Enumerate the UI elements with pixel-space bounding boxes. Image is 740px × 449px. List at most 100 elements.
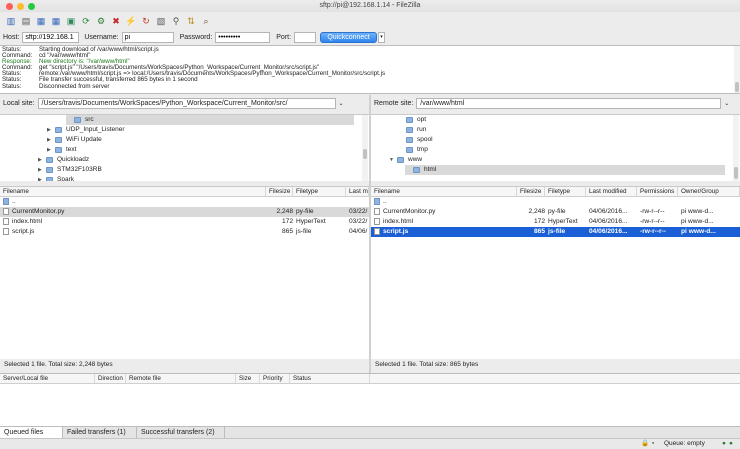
port-field[interactable] — [294, 31, 317, 43]
host-field[interactable] — [22, 31, 80, 43]
folder-icon — [406, 147, 413, 153]
column-header-server-local-file[interactable]: Server/Local file — [0, 374, 95, 383]
refresh-icon[interactable]: ⟳ — [79, 14, 93, 28]
tree-expander-icon[interactable]: ▶ — [38, 175, 46, 181]
remote-site-path-field[interactable]: /var/www/html — [416, 98, 722, 109]
tree-node-spark[interactable]: ▶ Spark — [38, 175, 74, 181]
synchronized-browsing-icon[interactable]: ⇅ — [184, 14, 198, 28]
column-header-filetype[interactable]: Filetype — [293, 187, 346, 196]
column-header-last-modified[interactable]: Last modified — [586, 187, 637, 196]
local-site-dropdown-icon[interactable]: ⌄ — [339, 100, 344, 107]
column-header-filesize[interactable]: Filesize — [517, 187, 545, 196]
remote-tree-scrollbar[interactable] — [733, 115, 739, 181]
file-name-text: index.html — [383, 218, 414, 225]
local-tree-scrollbar[interactable] — [362, 115, 368, 181]
minimize-window-button[interactable] — [17, 3, 24, 10]
toggle-filename-filter-icon[interactable]: ⚲ — [169, 14, 183, 28]
file-name: script.js — [0, 227, 266, 237]
reconnect-icon[interactable]: ↻ — [139, 14, 153, 28]
file-icon — [3, 207, 9, 215]
log-scrollbar[interactable] — [734, 46, 740, 93]
quickconnect-dropdown-icon[interactable]: ▾ — [378, 31, 386, 43]
tree-node-www[interactable]: ▼ www — [389, 155, 422, 165]
password-field[interactable] — [215, 31, 271, 43]
window-title: sftp://pi@192.168.1.14 - FileZilla — [319, 2, 421, 9]
file-perms: -rw-r--r-- — [640, 208, 665, 215]
tree-node-stm32f103rb[interactable]: ▶ STM32F103RB — [38, 165, 102, 175]
tree-expander-icon[interactable]: ▶ — [47, 135, 55, 145]
column-header-filename[interactable]: Filename — [371, 187, 517, 196]
file-row-index-html[interactable]: index.html 172 HyperText 04/06/2016... -rw-r… — [371, 217, 740, 227]
tree-expander-icon[interactable]: ▼ — [389, 155, 397, 165]
tree-node-spool[interactable]: spool — [398, 135, 433, 145]
zoom-window-button[interactable] — [28, 3, 35, 10]
username-field[interactable] — [121, 31, 174, 43]
file-modified — [586, 197, 637, 207]
tree-node-run[interactable]: run — [398, 125, 426, 135]
file-row-index-html[interactable]: index.html 172 HyperText 03/22/ — [0, 217, 369, 227]
toggle-local-tree-icon[interactable]: ▦ — [34, 14, 48, 28]
tree-node-opt[interactable]: opt — [398, 115, 426, 125]
process-queue-icon[interactable]: ⚙ — [94, 14, 108, 28]
tree-expander-icon[interactable]: ▶ — [47, 145, 55, 155]
file-name: .. — [371, 197, 517, 207]
file-modified: 04/06/2016... — [589, 228, 628, 235]
tab-successful-transfers[interactable]: Successful transfers (2) — [137, 427, 225, 438]
column-header-last-mo[interactable]: Last mo — [346, 187, 369, 196]
column-header-size[interactable]: Size — [236, 374, 260, 383]
column-header-owner-group[interactable]: Owner/Group — [678, 187, 740, 196]
column-header-filesize[interactable]: Filesize — [266, 187, 293, 196]
local-site-path-field[interactable]: /Users/travis/Documents/WorkSpaces/Pytho… — [37, 98, 336, 109]
tree-expander-icon[interactable]: ▶ — [38, 165, 46, 175]
quickconnect-button[interactable]: Quickconnect — [320, 31, 378, 43]
column-header-filetype[interactable]: Filetype — [545, 187, 586, 196]
column-header-permissions[interactable]: Permissions — [637, 187, 678, 196]
toggle-remote-tree-icon[interactable]: ▦ — [49, 14, 63, 28]
search-remote-files-icon[interactable]: ⌕ — [199, 14, 213, 28]
log-type: Status: — [2, 82, 22, 90]
column-header-status[interactable]: Status — [290, 374, 370, 383]
directory-filter-icon[interactable]: ▧ — [154, 14, 168, 28]
column-header-direction[interactable]: Direction — [95, 374, 126, 383]
tree-node-src[interactable]: src — [66, 115, 354, 125]
file-row-script-js[interactable]: script.js 865 js-file 04/06/2016... -rw-r--r… — [371, 227, 740, 237]
tree-node-text[interactable]: ▶ text — [47, 145, 76, 155]
toggle-queue-icon[interactable]: ▣ — [64, 14, 78, 28]
cancel-operation-icon[interactable]: ✖ — [109, 14, 123, 28]
local-status-text: Selected 1 file. Total size: 2,248 bytes — [0, 359, 369, 371]
file-name-text: .. — [12, 198, 16, 205]
tree-node-udp-input-listener[interactable]: ▶ UDP_Input_Listener — [47, 125, 125, 135]
tree-node-wifi-update[interactable]: ▶ WiFi Update — [47, 135, 102, 145]
file-row-parent[interactable]: .. — [0, 197, 369, 207]
file-type: HyperText — [296, 218, 326, 225]
local-file-rows: .. CurrentMonitor.py 2,248 py-file 03/22/ind… — [0, 197, 369, 237]
file-size: 172 — [533, 218, 545, 225]
file-type: js-file — [296, 228, 312, 235]
column-header-remote-file[interactable]: Remote file — [126, 374, 236, 383]
column-header-priority[interactable]: Priority — [260, 374, 290, 383]
tree-label: html — [424, 166, 437, 173]
column-header-filename[interactable]: Filename — [0, 187, 266, 196]
tree-label: Spark — [57, 176, 74, 181]
file-size: 172 — [281, 218, 293, 225]
tree-node-html[interactable]: html — [405, 165, 725, 175]
toggle-log-icon[interactable]: ▤ — [19, 14, 33, 28]
tab-queued-files[interactable]: Queued files — [0, 427, 63, 438]
tree-node-tmp[interactable]: tmp — [398, 145, 428, 155]
file-row-script-js[interactable]: script.js 865 js-file 04/06/ — [0, 227, 369, 237]
file-row-currentmonitor-py[interactable]: CurrentMonitor.py 2,248 py-file 03/22/ — [0, 207, 369, 217]
close-window-button[interactable] — [6, 3, 13, 10]
file-row-parent[interactable]: .. — [371, 197, 740, 207]
filezilla-window: sftp://pi@192.168.1.14 - FileZilla ▥ ▤ ▦… — [0, 0, 740, 449]
disconnect-icon[interactable]: ⚡ — [124, 14, 138, 28]
tree-expander-icon[interactable]: ▶ — [38, 155, 46, 165]
tree-expander-icon[interactable]: ▶ — [47, 125, 55, 135]
tree-node-quickloadz[interactable]: ▶ Quickloadz — [38, 155, 89, 165]
remote-site-label: Remote site: — [374, 100, 414, 107]
remote-site-dropdown-icon[interactable]: ⌄ — [724, 100, 729, 107]
file-row-currentmonitor-py[interactable]: CurrentMonitor.py 2,248 py-file 04/06/2016.… — [371, 207, 740, 217]
tab-failed-transfers[interactable]: Failed transfers (1) — [63, 427, 137, 438]
tree-label: tmp — [417, 146, 428, 153]
local-site-bar: Local site: /Users/travis/Documents/Work… — [0, 95, 369, 112]
site-manager-icon[interactable]: ▥ — [4, 14, 18, 28]
